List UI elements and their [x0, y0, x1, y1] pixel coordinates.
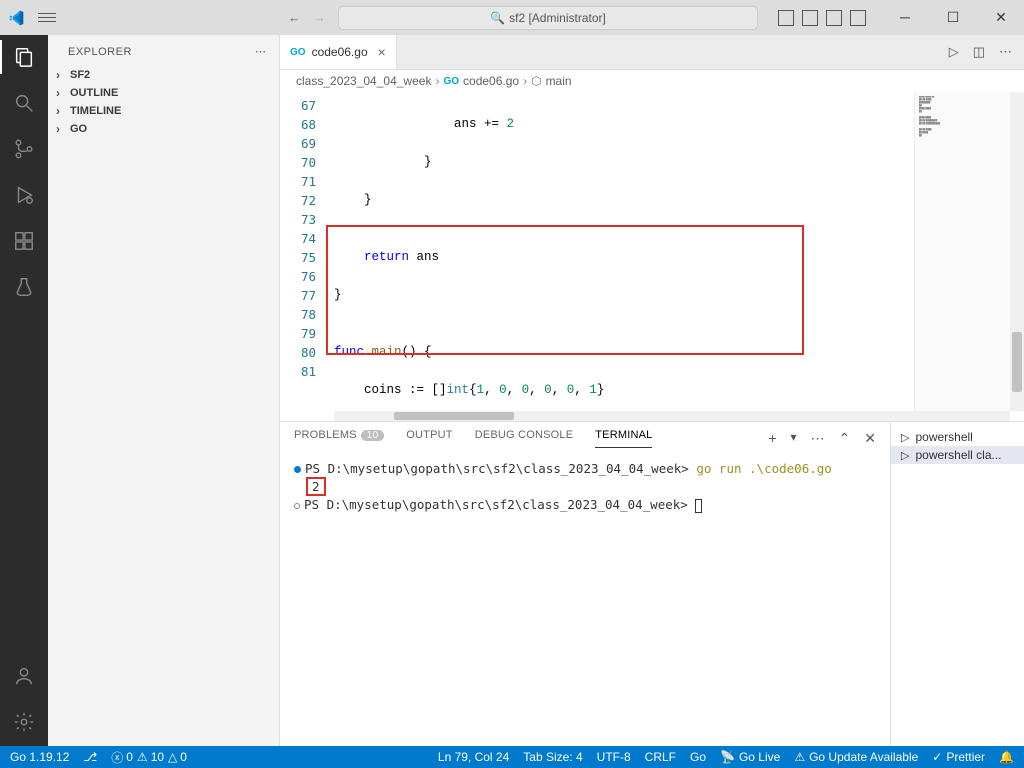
- terminal-item-1[interactable]: ▷powershell: [891, 428, 1024, 446]
- panel-close-icon[interactable]: ✕: [864, 430, 876, 447]
- status-language[interactable]: Go: [690, 750, 706, 764]
- status-git-icon[interactable]: ⎇: [83, 750, 97, 764]
- close-button[interactable]: ✕: [986, 9, 1016, 26]
- status-prettier[interactable]: ✓ Prettier: [932, 750, 985, 764]
- vscode-logo-icon: [8, 10, 24, 26]
- layout-sidebar-right-icon: [826, 10, 842, 26]
- terminal-list: ▷powershell ▷powershell cla...: [890, 422, 1024, 746]
- nav-forward-icon[interactable]: →: [313, 10, 326, 25]
- status-cursor-pos[interactable]: Ln 79, Col 24: [438, 750, 509, 764]
- menu-button[interactable]: [38, 13, 56, 22]
- panel-tab-terminal[interactable]: TERMINAL: [595, 429, 652, 448]
- layout-panel-icon: [802, 10, 818, 26]
- title-bar: ← → 🔍 sf2 [Administrator] ─ ☐ ✕: [0, 0, 1024, 35]
- activity-explorer-icon[interactable]: [12, 45, 36, 69]
- tab-close-icon[interactable]: ×: [378, 44, 386, 60]
- activity-debug-icon[interactable]: [12, 183, 36, 207]
- go-file-icon: GO: [443, 76, 459, 87]
- command-center-search[interactable]: 🔍 sf2 [Administrator]: [338, 6, 758, 30]
- code-editor[interactable]: 676869 707172 737475 767778 798081 ans +…: [280, 92, 1024, 411]
- symbol-icon: ⬡: [531, 74, 541, 88]
- scrollbar-thumb[interactable]: [1012, 332, 1022, 392]
- status-problems[interactable]: ⓧ 0 ⚠ 10 △ 0: [111, 749, 187, 766]
- scrollbar-h-thumb[interactable]: [394, 412, 514, 420]
- status-tab-size[interactable]: Tab Size: 4: [523, 750, 582, 764]
- nav-back-icon[interactable]: ←: [288, 10, 301, 25]
- breadcrumb-folder[interactable]: class_2023_04_04_week: [296, 74, 431, 88]
- run-icon[interactable]: ▷: [949, 44, 959, 60]
- breadcrumb-file[interactable]: code06.go: [463, 74, 519, 88]
- editor-more-icon[interactable]: ⋯: [999, 44, 1012, 60]
- panel-tab-debug-console[interactable]: DEBUG CONSOLE: [475, 429, 574, 447]
- activity-search-icon[interactable]: [12, 91, 36, 115]
- tab-code06[interactable]: GO code06.go ×: [280, 35, 397, 69]
- panel-more-icon[interactable]: ⋯: [811, 430, 825, 447]
- search-icon: 🔍: [490, 11, 505, 25]
- search-text: sf2 [Administrator]: [509, 11, 606, 25]
- panel-split-terminal-icon[interactable]: ▾: [791, 430, 797, 447]
- maximize-button[interactable]: ☐: [938, 9, 968, 26]
- panel-tab-problems[interactable]: PROBLEMS10: [294, 429, 384, 447]
- sidebar-section-go[interactable]: ›GO: [48, 120, 279, 138]
- bottom-panel: PROBLEMS10 OUTPUT DEBUG CONSOLE TERMINAL…: [280, 421, 1024, 746]
- minimize-button[interactable]: ─: [890, 9, 920, 26]
- activity-testing-icon[interactable]: [12, 275, 36, 299]
- layout-controls[interactable]: [778, 10, 866, 26]
- sidebar-more-icon[interactable]: ⋯: [255, 45, 267, 58]
- terminal-item-2[interactable]: ▷powershell cla...: [891, 446, 1024, 464]
- terminal-icon: ▷: [901, 431, 909, 444]
- dot-icon: [294, 503, 300, 509]
- status-eol[interactable]: CRLF: [645, 750, 676, 764]
- breadcrumb-symbol[interactable]: main: [546, 74, 572, 88]
- panel-tab-output[interactable]: OUTPUT: [406, 429, 452, 447]
- panel-tabs: PROBLEMS10 OUTPUT DEBUG CONSOLE TERMINAL…: [280, 422, 890, 454]
- status-notifications-icon[interactable]: 🔔: [999, 750, 1014, 764]
- terminal[interactable]: PS D:\mysetup\gopath\src\sf2\class_2023_…: [280, 454, 890, 746]
- scrollbar-vertical[interactable]: [1010, 92, 1024, 411]
- split-editor-icon[interactable]: ◫: [973, 44, 985, 60]
- activity-source-control-icon[interactable]: [12, 137, 36, 161]
- sidebar-title: EXPLORER: [68, 46, 132, 58]
- minimap[interactable]: ████ ████ ████ ██ ██████████████████ ███…: [914, 92, 1010, 411]
- sidebar-folder-sf2[interactable]: ›SF2: [48, 66, 279, 84]
- editor-tabs: GO code06.go × ▷ ◫ ⋯: [280, 35, 1024, 70]
- panel-maximize-icon[interactable]: ⌃: [839, 430, 851, 447]
- sidebar-explorer: EXPLORER ⋯ ›SF2 ›OUTLINE ›TIMELINE ›GO: [48, 35, 280, 746]
- code-content[interactable]: ans += 2 } } return ans } func main() { …: [334, 92, 914, 411]
- go-file-icon: GO: [290, 47, 306, 58]
- status-encoding[interactable]: UTF-8: [597, 750, 631, 764]
- activity-account-icon[interactable]: [12, 664, 36, 688]
- dot-icon: [294, 466, 301, 473]
- status-bar: Go 1.19.12 ⎇ ⓧ 0 ⚠ 10 △ 0 Ln 79, Col 24 …: [0, 746, 1024, 768]
- panel-new-terminal-icon[interactable]: +: [768, 430, 776, 447]
- sidebar-section-outline[interactable]: ›OUTLINE: [48, 84, 279, 102]
- activity-bar: [0, 35, 48, 746]
- status-go-version[interactable]: Go 1.19.12: [10, 750, 69, 764]
- status-go-update[interactable]: ⚠ Go Update Available: [794, 750, 918, 764]
- tab-label: code06.go: [312, 45, 368, 59]
- line-numbers: 676869 707172 737475 767778 798081: [280, 92, 334, 411]
- terminal-cursor: [695, 499, 702, 513]
- scrollbar-horizontal[interactable]: [334, 411, 1010, 421]
- terminal-icon: ▷: [901, 449, 909, 462]
- editor-group: GO code06.go × ▷ ◫ ⋯ class_2023_04_04_we…: [280, 35, 1024, 746]
- breadcrumbs[interactable]: class_2023_04_04_week › GO code06.go › ⬡…: [280, 70, 1024, 92]
- annotation-box-output: 2: [306, 477, 326, 496]
- status-go-live[interactable]: 📡 Go Live: [720, 750, 780, 764]
- activity-extensions-icon[interactable]: [12, 229, 36, 253]
- layout-sidebar-left-icon: [778, 10, 794, 26]
- activity-settings-icon[interactable]: [12, 710, 36, 734]
- sidebar-section-timeline[interactable]: ›TIMELINE: [48, 102, 279, 120]
- layout-custom-icon: [850, 10, 866, 26]
